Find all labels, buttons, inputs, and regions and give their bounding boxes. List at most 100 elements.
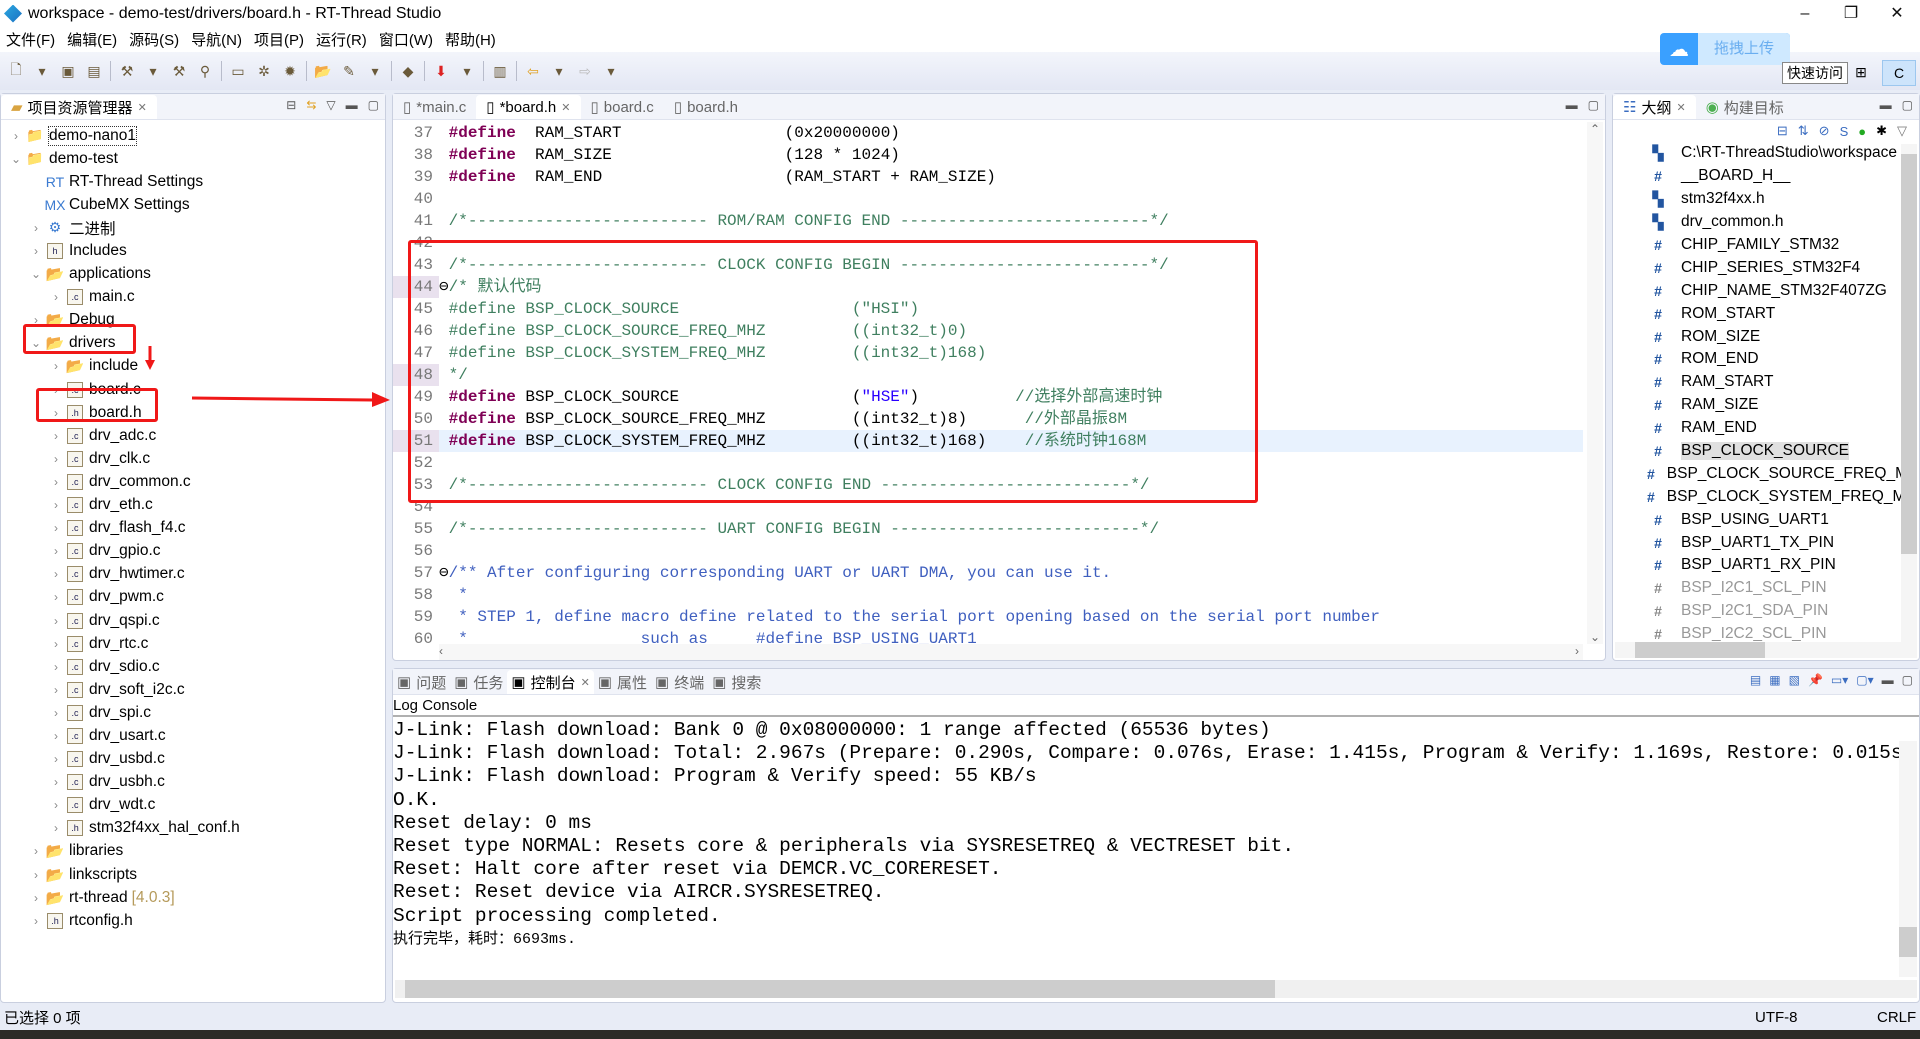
close-icon[interactable]: ✕ <box>1676 101 1685 114</box>
dropdown-icon[interactable]: ▾ <box>457 61 477 81</box>
tree-item[interactable]: › .c drv_sdio.c <box>1 655 385 678</box>
hide-static-icon[interactable]: S <box>1840 124 1849 139</box>
tree-item[interactable]: › 📂 linkscripts <box>1 863 385 886</box>
tree-item[interactable]: › .c drv_spi.c <box>1 701 385 724</box>
open-perspective-icon[interactable]: ⊞ <box>1844 60 1878 86</box>
tree-item[interactable]: › .c drv_clk.c <box>1 447 385 470</box>
chevron-right-icon[interactable]: › <box>49 752 63 766</box>
pin-console-icon[interactable]: 📌 <box>1808 673 1823 687</box>
hide-fields-icon[interactable]: ⊘ <box>1819 123 1830 139</box>
chevron-right-icon[interactable]: › <box>49 567 63 581</box>
minimize-button[interactable]: – <box>1782 0 1828 27</box>
serial-icon[interactable]: ▥ <box>490 61 510 81</box>
outline-item[interactable]: # BSP_CLOCK_SYSTEM_FREQ_MH <box>1613 485 1901 508</box>
close-icon[interactable]: ✕ <box>561 101 570 114</box>
tab-console-0[interactable]: ▣ 问题 <box>393 670 450 694</box>
outline-item[interactable]: # RAM_START <box>1613 371 1901 394</box>
outline-item[interactable]: # CHIP_FAMILY_STM32 <box>1613 234 1901 257</box>
outline-item[interactable]: # RAM_SIZE <box>1613 394 1901 417</box>
code-view[interactable]: 37 #define RAM_START (0x20000000) 38 #def… <box>393 122 1583 644</box>
tree-item[interactable]: › .c drv_qspi.c <box>1 609 385 632</box>
minimize-icon[interactable]: ▬ <box>1880 98 1892 112</box>
outline-item[interactable]: # ROM_END <box>1613 348 1901 371</box>
chevron-right-icon[interactable]: › <box>49 590 63 604</box>
chevron-right-icon[interactable]: › <box>49 521 63 535</box>
download-icon[interactable]: ⬇ <box>431 61 451 81</box>
tree-item[interactable]: › .c drv_usart.c <box>1 724 385 747</box>
restore-button[interactable]: ❐ <box>1828 0 1874 27</box>
tree-item[interactable]: › .c drv_flash_f4.c <box>1 517 385 540</box>
outline-item[interactable]: # BSP_I2C1_SDA_PIN <box>1613 600 1901 623</box>
outline-item[interactable]: ▚ stm32f4xx.h <box>1613 188 1901 211</box>
scroll-lock-icon[interactable]: ▦ <box>1769 673 1780 687</box>
tree-item[interactable]: › .c drv_soft_i2c.c <box>1 678 385 701</box>
tab-build-targets[interactable]: ◉ 构建目标 <box>1696 95 1794 119</box>
tree-item[interactable]: › .c drv_hwtimer.c <box>1 563 385 586</box>
console-output[interactable]: J-Link: Flash download: Bank 0 @ 0x08000… <box>393 717 1919 951</box>
chevron-right-icon[interactable]: › <box>49 798 63 812</box>
tab-board-h[interactable]: ▯ board.h <box>664 95 748 119</box>
maximize-icon[interactable]: ▢ <box>1902 98 1913 112</box>
chevron-right-icon[interactable]: › <box>29 844 43 858</box>
fold-icon[interactable]: ⊖ <box>439 276 449 298</box>
outline-item[interactable]: # ROM_SIZE <box>1613 325 1901 348</box>
tab--board-h[interactable]: ▯ *board.h ✕ <box>476 95 581 119</box>
book-icon[interactable]: ◆ <box>398 61 418 81</box>
open-console-icon[interactable]: ▢▾ <box>1856 673 1873 687</box>
outline-item[interactable]: # ROM_START <box>1613 302 1901 325</box>
outline-item[interactable]: # BSP_CLOCK_SOURCE_FREQ_MH <box>1613 462 1901 485</box>
editor-vertical-scrollbar[interactable]: ⌃ ⌄ <box>1587 122 1603 644</box>
chevron-right-icon[interactable]: › <box>49 475 63 489</box>
quick-access-input[interactable]: 快速访问 <box>1782 62 1848 84</box>
outline-item[interactable]: # BSP_UART1_TX_PIN <box>1613 531 1901 554</box>
chevron-right-icon[interactable]: › <box>29 891 43 905</box>
console-horizontal-scrollbar[interactable] <box>395 980 1917 998</box>
outline-item[interactable]: # CHIP_NAME_STM32F407ZG <box>1613 279 1901 302</box>
maximize-icon[interactable]: ▢ <box>1902 673 1913 687</box>
tab-board-c[interactable]: ▯ board.c <box>581 95 664 119</box>
dropdown-icon[interactable]: ▾ <box>549 61 569 81</box>
outline-item[interactable]: # CHIP_SERIES_STM32F4 <box>1613 256 1901 279</box>
tree-item[interactable]: › 📂 libraries <box>1 840 385 863</box>
outline-item[interactable]: # BSP_UART1_RX_PIN <box>1613 554 1901 577</box>
tree-item[interactable]: › .c drv_pwm.c <box>1 586 385 609</box>
minimize-icon[interactable]: ▬ <box>1566 98 1578 112</box>
outline-item[interactable]: # BSP_USING_UART1 <box>1613 508 1901 531</box>
tab-console-1[interactable]: ▣ 任务 <box>450 670 507 694</box>
menu-item[interactable]: 帮助(H) <box>445 29 496 50</box>
outline-item[interactable]: # BSP_CLOCK_SOURCE <box>1613 440 1901 463</box>
tree-item[interactable]: › .c drv_wdt.c <box>1 794 385 817</box>
hide-nonpublic-icon[interactable]: ● <box>1858 124 1866 139</box>
tree-item[interactable]: › .c drv_common.c <box>1 470 385 493</box>
tree-item[interactable]: › 📂 rt-thread [4.0.3] <box>1 886 385 909</box>
tree-item[interactable]: › .c drv_adc.c <box>1 424 385 447</box>
maximize-icon[interactable]: ▢ <box>1588 98 1599 112</box>
perspective-c-button[interactable]: C <box>1882 60 1916 86</box>
hide-macros-icon[interactable]: ✱ <box>1876 123 1887 139</box>
minimize-icon[interactable]: ▬ <box>1882 673 1894 687</box>
tree-item[interactable]: › .c drv_rtc.c <box>1 632 385 655</box>
tab-outline[interactable]: ☷ 大纲 ✕ <box>1613 95 1696 119</box>
dropdown-icon[interactable]: ▾ <box>601 61 621 81</box>
outline-item[interactable]: ▚ C:\RT-ThreadStudio\workspace <box>1613 142 1901 165</box>
outline-horizontal-scrollbar[interactable] <box>1615 642 1917 658</box>
view-menu-icon[interactable]: ▽ <box>1897 123 1907 139</box>
outline-item[interactable]: # __BOARD_H__ <box>1613 165 1901 188</box>
outline-item[interactable]: # BSP_I2C2_SCL_PIN <box>1613 623 1901 642</box>
console-vertical-scrollbar[interactable] <box>1899 741 1917 977</box>
chevron-right-icon[interactable]: › <box>49 452 63 466</box>
chevron-right-icon[interactable]: › <box>49 637 63 651</box>
word-wrap-icon[interactable]: ▧ <box>1789 673 1800 687</box>
chevron-right-icon[interactable]: › <box>49 706 63 720</box>
outline-item[interactable]: # RAM_END <box>1613 417 1901 440</box>
collapse-all-icon[interactable]: ⊟ <box>1777 123 1788 139</box>
outline-item[interactable]: # BSP_I2C1_SCL_PIN <box>1613 577 1901 600</box>
chevron-right-icon[interactable]: › <box>29 868 43 882</box>
tree-item[interactable]: › .h rtconfig.h <box>1 909 385 932</box>
chevron-right-icon[interactable]: › <box>49 729 63 743</box>
tab-console-5[interactable]: ▣ 搜索 <box>708 670 765 694</box>
tree-item[interactable]: › .h stm32f4xx_hal_conf.h <box>1 817 385 840</box>
tree-item[interactable]: › .c drv_eth.c <box>1 494 385 517</box>
chevron-right-icon[interactable]: › <box>49 498 63 512</box>
tab-console-2[interactable]: ▣ 控制台 ✕ <box>507 670 594 694</box>
